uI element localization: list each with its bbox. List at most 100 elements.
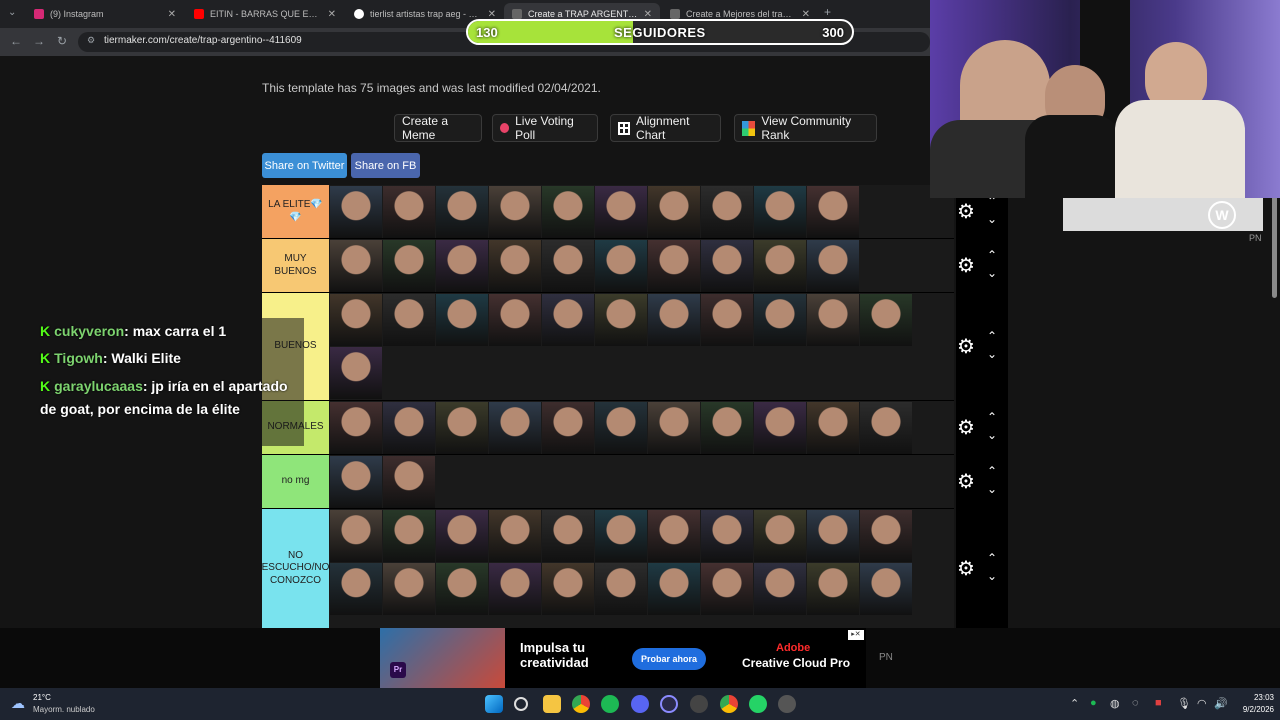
tier-item-image[interactable] [754, 240, 806, 292]
settings-gear-icon[interactable]: ⚙ [957, 415, 975, 440]
tier-item-image[interactable] [542, 563, 594, 615]
spotify-icon[interactable] [601, 695, 619, 713]
tier-item-image[interactable] [595, 186, 647, 238]
tier-item-image[interactable] [330, 510, 382, 562]
tier-item-image[interactable] [860, 402, 912, 454]
tier-item-image[interactable] [436, 563, 488, 615]
tier-item-image[interactable] [648, 186, 700, 238]
move-down-icon[interactable]: ⌄ [987, 429, 997, 441]
tier-item-image[interactable] [383, 510, 435, 562]
tier-item-image[interactable] [701, 402, 753, 454]
back-icon[interactable]: ← [10, 34, 22, 48]
weather-icon[interactable]: ☁ [11, 695, 25, 712]
tier-item-image[interactable] [595, 402, 647, 454]
tier-item-image[interactable] [542, 240, 594, 292]
media-player-icon[interactable] [778, 695, 796, 713]
wifi-icon[interactable]: ◠ [1197, 697, 1207, 710]
share-twitter-button[interactable]: Share on Twitter [262, 153, 347, 178]
close-icon[interactable]: ✕ [328, 9, 336, 20]
tray-chevron-icon[interactable]: ⌃ [1070, 697, 1079, 710]
tier-item-image[interactable] [383, 294, 435, 346]
tier-item-image[interactable] [436, 186, 488, 238]
chrome-icon[interactable] [572, 695, 590, 713]
tier-item-image[interactable] [330, 563, 382, 615]
move-down-icon[interactable]: ⌄ [987, 570, 997, 582]
tier-item-image[interactable] [489, 510, 541, 562]
tier-item-image[interactable] [807, 510, 859, 562]
share-fb-button[interactable]: Share on FB [351, 153, 420, 178]
close-icon[interactable]: ✕ [644, 9, 652, 20]
settings-gear-icon[interactable]: ⚙ [957, 199, 975, 224]
tier-item-image[interactable] [648, 402, 700, 454]
close-icon[interactable]: ✕ [168, 9, 176, 20]
tier-item-image[interactable] [754, 186, 806, 238]
steam-tray-icon[interactable]: ◍ [1110, 697, 1120, 710]
view-community-rank-button[interactable]: View Community Rank [734, 114, 877, 142]
tier-item-image[interactable] [807, 186, 859, 238]
tab-instagram[interactable]: (9) Instagram ✕ [26, 3, 184, 25]
tier-item-image[interactable] [807, 563, 859, 615]
tier-item-image[interactable] [754, 402, 806, 454]
tier-item-image[interactable] [383, 563, 435, 615]
tier-item-image[interactable] [436, 240, 488, 292]
side-ad[interactable]: W [1063, 197, 1263, 231]
tier-label[interactable]: no mg [262, 455, 329, 508]
move-down-icon[interactable]: ⌄ [987, 348, 997, 360]
file-explorer-icon[interactable] [543, 695, 561, 713]
move-up-icon[interactable]: ⌃ [987, 249, 997, 261]
tier-item-image[interactable] [860, 563, 912, 615]
microphone-icon[interactable]: 🎙 [1177, 697, 1191, 710]
tier-item-image[interactable] [436, 294, 488, 346]
new-tab-button[interactable]: + [824, 5, 831, 19]
tier-item-image[interactable] [701, 240, 753, 292]
tier-item-image[interactable] [701, 510, 753, 562]
tier-item-image[interactable] [648, 510, 700, 562]
tier-item-image[interactable] [860, 294, 912, 346]
tier-item-image[interactable] [436, 402, 488, 454]
volume-icon[interactable]: 🔊 [1214, 697, 1228, 710]
create-meme-button[interactable]: Create a Meme [394, 114, 482, 142]
settings-gear-icon[interactable]: ⚙ [957, 469, 975, 494]
tier-item-image[interactable] [489, 294, 541, 346]
tier-item-image[interactable] [330, 240, 382, 292]
tier-item-image[interactable] [489, 186, 541, 238]
move-down-icon[interactable]: ⌄ [987, 483, 997, 495]
tier-item-image[interactable] [754, 563, 806, 615]
tier-item-image[interactable] [648, 563, 700, 615]
settings-gear-icon[interactable]: ⚙ [957, 334, 975, 359]
tier-item-image[interactable] [595, 510, 647, 562]
close-icon[interactable]: ✕ [488, 9, 496, 20]
tier-item-image[interactable] [330, 347, 382, 399]
tier-item-image[interactable] [330, 402, 382, 454]
tier-item-image[interactable] [489, 563, 541, 615]
tier-item-image[interactable] [701, 563, 753, 615]
tier-item-image[interactable] [648, 294, 700, 346]
tier-label[interactable]: LA ELITE💎💎 [262, 185, 329, 238]
app-icon[interactable] [690, 695, 708, 713]
move-up-icon[interactable]: ⌃ [987, 411, 997, 423]
tier-item-image[interactable] [383, 240, 435, 292]
clock-date[interactable]: 9/2/2026 [1228, 705, 1274, 714]
move-down-icon[interactable]: ⌄ [987, 213, 997, 225]
settings-gear-icon[interactable]: ⚙ [957, 253, 975, 278]
ad-choices-icon[interactable]: ▸✕ [848, 630, 864, 640]
live-voting-poll-button[interactable]: Live Voting Poll [492, 114, 598, 142]
tray-app-icon[interactable]: ■ [1155, 697, 1162, 709]
tier-item-image[interactable] [807, 402, 859, 454]
tier-item-image[interactable] [383, 456, 435, 508]
tier-item-image[interactable] [701, 186, 753, 238]
tier-item-image[interactable] [436, 510, 488, 562]
tier-item-image[interactable] [542, 510, 594, 562]
move-up-icon[interactable]: ⌃ [987, 330, 997, 342]
tab-search-icon[interactable]: ⌄ [8, 7, 16, 18]
tier-item-image[interactable] [330, 294, 382, 346]
tier-label[interactable]: MUY BUENOS [262, 239, 329, 292]
tier-item-image[interactable] [595, 294, 647, 346]
chrome-icon[interactable] [720, 695, 738, 713]
tier-item-image[interactable] [542, 186, 594, 238]
reload-icon[interactable]: ↻ [57, 34, 67, 48]
tier-item-image[interactable] [807, 294, 859, 346]
whatsapp-icon[interactable] [749, 695, 767, 713]
tray-app-icon[interactable]: ◌ [1132, 697, 1139, 709]
move-up-icon[interactable]: ⌃ [987, 552, 997, 564]
